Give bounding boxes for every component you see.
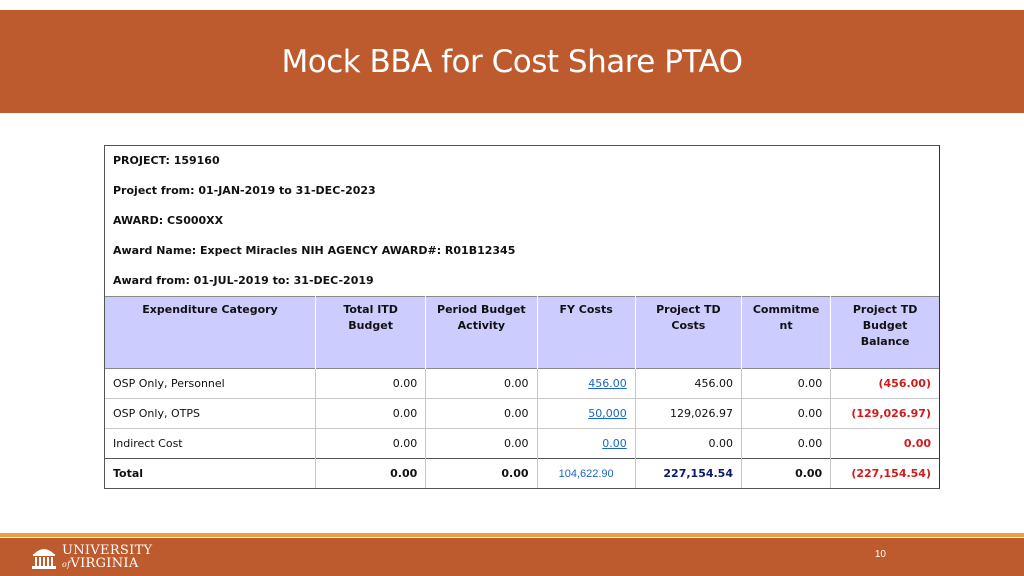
cell-total-label: Total — [105, 458, 316, 488]
table-row: OSP Only, Personnel 0.00 0.00 456.00 456… — [105, 368, 939, 399]
title-banner: Mock BBA for Cost Share PTAO — [0, 10, 1024, 113]
cell-commitment: 0.00 — [741, 428, 832, 459]
slide-title: Mock BBA for Cost Share PTAO — [281, 43, 743, 80]
report-header: PROJECT: 159160 Project from: 01-JAN-201… — [105, 146, 939, 296]
project-number: PROJECT: 159160 — [113, 154, 220, 167]
cell-period-budget: 0.00 — [425, 428, 538, 459]
cell-total-itd-budget: 0.00 — [315, 458, 427, 488]
cell-total-fy-costs: 104,622.90 — [537, 458, 636, 488]
table-row: Indirect Cost 0.00 0.00 0.00 0.00 0.00 0… — [105, 428, 939, 459]
footer-stripe — [0, 533, 1024, 537]
cell-category: Indirect Cost — [105, 428, 316, 459]
cell-total-itd-budget: 0.00 — [315, 428, 427, 459]
col-header-expenditure-category: Expenditure Category — [105, 296, 316, 369]
cell-period-budget: 0.00 — [425, 398, 538, 429]
cell-period-budget: 0.00 — [425, 368, 538, 399]
cell-budget-balance: (456.00) — [830, 368, 939, 399]
col-header-fy-costs: FY Costs — [537, 296, 636, 369]
col-header-total-itd-budget: Total ITD Budget — [315, 296, 427, 369]
logo-line-virginia: ofVIRGINIA — [62, 557, 152, 571]
logo-wordmark: UNIVERSITY ofVIRGINIA — [62, 544, 152, 571]
award-name: Award Name: Expect Miracles NIH AGENCY A… — [113, 244, 516, 257]
cell-budget-balance: (129,026.97) — [830, 398, 939, 429]
cell-fy-costs[interactable]: 50,000 — [537, 398, 636, 429]
cell-total-itd-budget: 0.00 — [315, 398, 427, 429]
table-header-row: Expenditure Category Total ITD Budget Pe… — [105, 296, 939, 369]
cell-fy-costs[interactable]: 456.00 — [537, 368, 636, 399]
cell-total-period-budget: 0.00 — [425, 458, 538, 488]
cell-category: OSP Only, OTPS — [105, 398, 316, 429]
rotunda-icon — [32, 549, 56, 569]
award-number: AWARD: CS000XX — [113, 214, 224, 227]
col-header-budget-balance: Project TD Budget Balance — [830, 296, 939, 369]
university-logo: UNIVERSITY ofVIRGINIA — [32, 541, 152, 573]
col-header-project-td-costs: Project TD Costs — [635, 296, 743, 369]
fy-costs-link[interactable]: 0.00 — [602, 437, 627, 450]
cell-commitment: 0.00 — [741, 368, 832, 399]
cell-fy-costs[interactable]: 0.00 — [537, 428, 636, 459]
cell-total-budget-balance: (227,154.54) — [830, 458, 939, 488]
fy-costs-link[interactable]: 50,000 — [588, 407, 627, 420]
fy-costs-link[interactable]: 456.00 — [588, 377, 627, 390]
cell-budget-balance: 0.00 — [830, 428, 939, 459]
budget-report: PROJECT: 159160 Project from: 01-JAN-201… — [104, 145, 940, 489]
project-dates: Project from: 01-JAN-2019 to 31-DEC-2023 — [113, 184, 376, 197]
cell-total-itd-budget: 0.00 — [315, 368, 427, 399]
cell-category: OSP Only, Personnel — [105, 368, 316, 399]
col-header-period-budget-activity: Period Budget Activity — [425, 296, 538, 369]
cell-project-td-costs: 456.00 — [635, 368, 743, 399]
footer-band — [0, 538, 1024, 576]
table-row: OSP Only, OTPS 0.00 0.00 50,000 129,026.… — [105, 398, 939, 429]
award-dates: Award from: 01-JUL-2019 to: 31-DEC-2019 — [113, 274, 374, 287]
cell-total-commitment: 0.00 — [741, 458, 832, 488]
logo-virginia: VIRGINIA — [70, 555, 139, 571]
table-total-row: Total 0.00 0.00 104,622.90 227,154.54 0.… — [105, 458, 939, 488]
col-header-commitment: Commitment — [741, 296, 832, 369]
cell-project-td-costs: 129,026.97 — [635, 398, 743, 429]
budget-table: Expenditure Category Total ITD Budget Pe… — [105, 296, 939, 488]
page-number: 10 — [874, 549, 886, 560]
cell-project-td-costs: 0.00 — [635, 428, 743, 459]
cell-total-project-td-costs: 227,154.54 — [635, 458, 743, 488]
cell-commitment: 0.00 — [741, 398, 832, 429]
